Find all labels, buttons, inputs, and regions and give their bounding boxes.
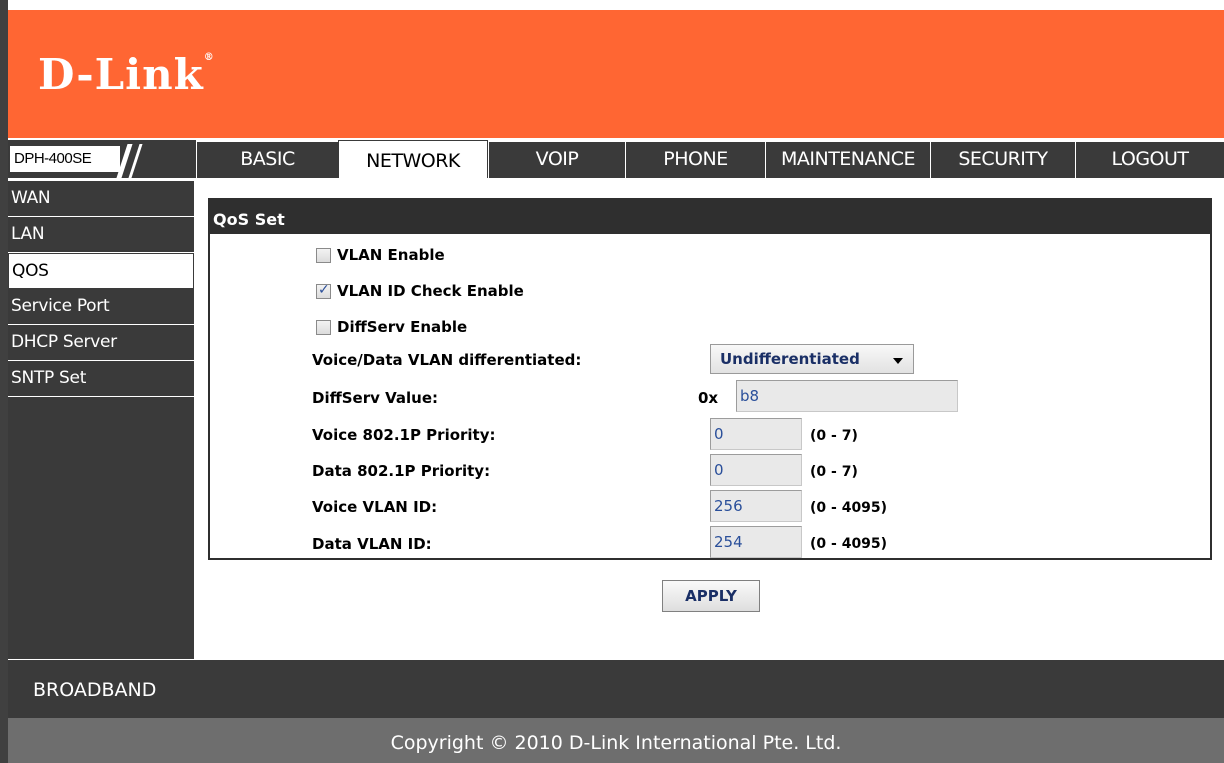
tab-phone[interactable]: PHONE — [625, 142, 765, 178]
tab-basic[interactable]: BASIC — [196, 142, 338, 178]
voice-vlan-id-range: (0 - 4095) — [810, 500, 888, 516]
voice-data-diff-value: Undifferentiated — [720, 350, 860, 368]
diffserv-value-input[interactable]: b8 — [736, 380, 958, 412]
voice-vlan-id-label: Voice VLAN ID: — [312, 498, 438, 516]
apply-button[interactable]: APPLY — [662, 580, 760, 612]
voice-priority-input[interactable]: 0 — [710, 418, 802, 450]
voice-vlan-id-input[interactable]: 256 — [710, 490, 802, 522]
sidebar-item-dhcp-server[interactable]: DHCP Server — [8, 325, 194, 361]
diffserv-enable-label: DiffServ Enable — [337, 318, 468, 336]
sidebar-item-lan[interactable]: LAN — [8, 217, 194, 253]
data-vlan-id-range: (0 - 4095) — [810, 536, 888, 552]
chevron-down-icon — [893, 358, 903, 364]
data-priority-label: Data 802.1P Priority: — [312, 462, 491, 480]
tab-network[interactable]: NETWORK — [338, 140, 488, 178]
voice-data-diff-select[interactable]: Undifferentiated — [710, 344, 914, 374]
data-priority-range: (0 - 7) — [810, 464, 858, 480]
sidebar-item-service-port[interactable]: Service Port — [8, 289, 194, 325]
left-border — [0, 0, 8, 763]
model-box: DPH-400SE — [8, 140, 196, 178]
vlan-id-check-row: VLAN ID Check Enable — [316, 282, 524, 300]
sidebar-item-sntp-set[interactable]: SNTP Set — [8, 361, 194, 397]
hex-prefix: 0x — [698, 389, 719, 407]
dlink-logo: D-Link® — [38, 50, 215, 99]
copyright-footer: Copyright © 2010 D-Link International Pt… — [8, 718, 1224, 763]
sidebar-item-wan[interactable]: WAN — [8, 181, 194, 217]
voice-data-diff-label: Voice/Data VLAN differentiated: — [312, 351, 582, 369]
vlan-enable-row: VLAN Enable — [316, 246, 445, 264]
voice-priority-label: Voice 802.1P Priority: — [312, 426, 496, 444]
diffserv-value-label: DiffServ Value: — [312, 389, 439, 407]
tab-maintenance[interactable]: MAINTENANCE — [765, 142, 930, 178]
diffserv-enable-row: DiffServ Enable — [316, 318, 467, 336]
panel-title: QoS Set — [210, 200, 1210, 234]
model-label: DPH-400SE — [10, 146, 120, 172]
vlan-id-check-label: VLAN ID Check Enable — [337, 282, 524, 300]
vlan-enable-label: VLAN Enable — [337, 246, 445, 264]
data-vlan-id-label: Data VLAN ID: — [312, 535, 432, 553]
tab-security[interactable]: SECURITY — [930, 142, 1075, 178]
vlan-enable-checkbox[interactable] — [316, 247, 331, 263]
tab-logout[interactable]: LOGOUT — [1075, 142, 1224, 178]
top-navbar: DPH-400SE BASIC NETWORK VOIP PHONE MAINT… — [8, 138, 1224, 178]
diffserv-enable-checkbox[interactable] — [316, 319, 331, 335]
header-banner: D-Link® — [8, 10, 1224, 138]
sidebar-item-qos[interactable]: QOS — [8, 253, 194, 289]
data-vlan-id-input[interactable]: 254 — [710, 526, 802, 558]
data-priority-input[interactable]: 0 — [710, 454, 802, 486]
vlan-id-check-checkbox[interactable] — [316, 282, 331, 299]
broadband-bar: BROADBAND — [8, 660, 1224, 718]
main-tabs: BASIC NETWORK VOIP PHONE MAINTENANCE SEC… — [196, 140, 1224, 178]
sidebar: WAN LAN QOS Service Port DHCP Server SNT… — [8, 181, 194, 659]
tab-voip[interactable]: VOIP — [488, 142, 625, 178]
voice-priority-range: (0 - 7) — [810, 428, 858, 444]
